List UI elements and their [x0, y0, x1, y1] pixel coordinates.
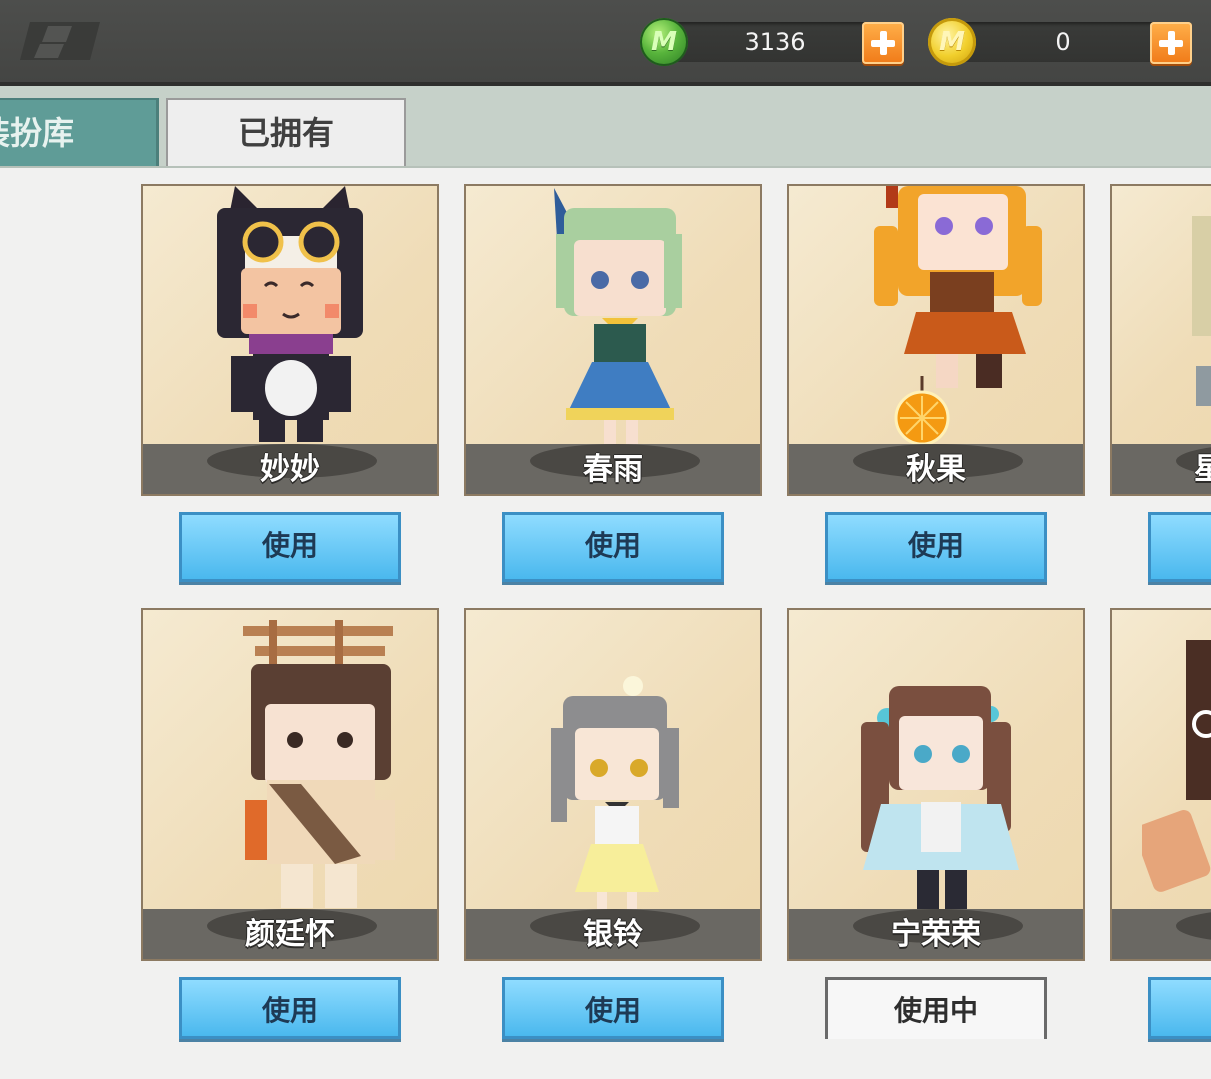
skin-card-yinling[interactable]: 银铃	[464, 608, 762, 961]
skin-card-chunyu[interactable]: 春雨	[464, 184, 762, 496]
skin-name: 秋果	[906, 452, 966, 487]
skin-name: 银铃	[583, 917, 643, 952]
use-button[interactable]	[1148, 977, 1211, 1039]
skin-name: 宁荣荣	[891, 917, 981, 952]
skin-name: 颜廷怀	[245, 917, 335, 952]
use-button[interactable]: 使用	[502, 977, 724, 1039]
skin-preview-icon	[1192, 216, 1211, 406]
skin-preview-icon	[874, 186, 1042, 446]
skin-card-ningrongrong[interactable]: 宁荣荣	[787, 608, 1085, 961]
skin-card-yantinghuai[interactable]: 颜廷怀	[141, 608, 439, 961]
skin-card-partial[interactable]	[1110, 608, 1211, 961]
skin-name: 春雨	[583, 452, 643, 487]
skin-name: 星	[1112, 444, 1211, 488]
use-button[interactable]: 使用	[502, 512, 724, 582]
in-use-button[interactable]: 使用中	[825, 977, 1047, 1039]
skin-preview-icon	[217, 186, 363, 442]
use-button[interactable]: 使用	[179, 977, 401, 1039]
use-button[interactable]	[1148, 512, 1211, 582]
use-button[interactable]: 使用	[179, 512, 401, 582]
skin-name: 妙妙	[260, 452, 320, 487]
skin-card-qiuguo[interactable]: 秋果	[787, 184, 1085, 496]
use-button[interactable]: 使用	[825, 512, 1047, 582]
skin-preview-icon	[551, 676, 679, 912]
skin-preview-icon	[1142, 640, 1211, 892]
skin-card-partial[interactable]: 星	[1110, 184, 1211, 496]
skin-card-miaomiao[interactable]: 妙妙	[141, 184, 439, 496]
skin-preview-icon	[861, 686, 1019, 910]
skin-preview-icon	[243, 620, 395, 908]
skin-preview-icon	[554, 188, 682, 446]
skin-grid: 妙妙 使用 春雨 使用 秋果 使用 颜廷怀 使用 银铃 使用 宁荣荣 使用中	[0, 0, 1211, 1079]
